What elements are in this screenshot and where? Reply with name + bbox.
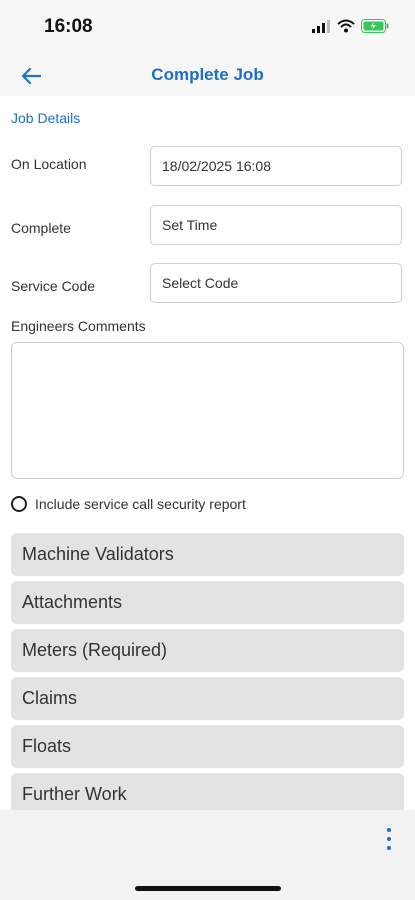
service-code-label: Service Code [11,278,96,294]
service-code-field[interactable]: Select Code [150,263,402,303]
more-options-button[interactable] [381,828,397,850]
section-machine-validators[interactable]: Machine Validators [11,533,404,576]
bottom-toolbar [0,810,415,900]
section-label: Floats [22,736,72,756]
engineers-comments-label: Engineers Comments [11,318,146,334]
on-location-label: On Location [11,156,87,172]
section-label: Further Work [22,784,127,804]
page-title: Complete Job [151,65,264,84]
engineers-comments-textarea[interactable] [11,342,404,479]
complete-time-placeholder: Set Time [162,217,218,233]
home-indicator [135,886,281,891]
battery-charging-icon [361,19,389,33]
section-label: Meters (Required) [22,640,168,660]
section-floats[interactable]: Floats [11,725,404,768]
section-claims[interactable]: Claims [11,677,404,720]
job-details-link[interactable]: Job Details [11,110,80,126]
section-attachments[interactable]: Attachments [11,581,404,624]
security-report-label: Include service call security report [35,496,246,512]
status-icons [311,19,389,33]
security-report-option[interactable]: Include service call security report [11,496,246,512]
on-location-field[interactable]: 18/02/2025 16:08 [150,146,402,186]
nav-bar: Complete Job [0,56,415,96]
complete-label: Complete [11,220,71,236]
service-code-placeholder: Select Code [162,275,239,291]
section-label: Machine Validators [22,544,174,564]
status-time: 16:08 [44,16,93,37]
complete-time-field[interactable]: Set Time [150,205,402,245]
section-label: Attachments [22,592,123,612]
on-location-value: 18/02/2025 16:08 [162,158,271,174]
status-bar: 16:08 [0,0,415,56]
section-meters[interactable]: Meters (Required) [11,629,404,672]
radio-unchecked-icon[interactable] [11,496,27,512]
more-vertical-icon [387,828,391,832]
wifi-icon [337,19,355,33]
section-label: Claims [22,688,78,708]
signal-icon [312,20,330,33]
